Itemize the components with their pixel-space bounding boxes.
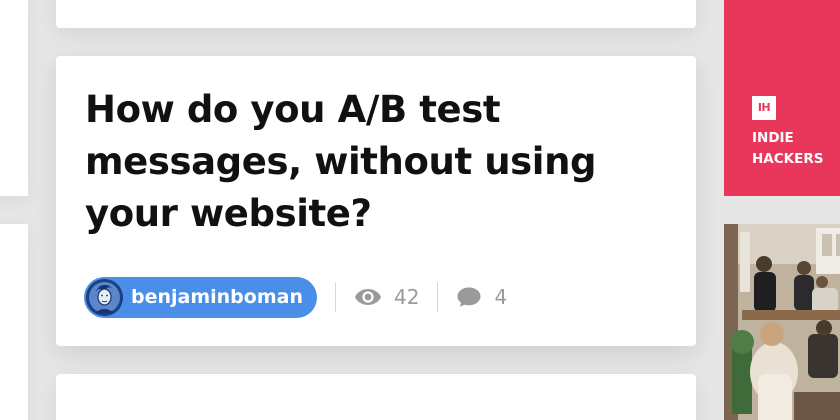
post-card-partial-below[interactable] [56, 374, 696, 420]
author-link[interactable]: benjaminboman [84, 276, 317, 318]
comments-count: 4 [494, 285, 508, 309]
post-card[interactable]: How do you A/B test messages, without us… [56, 56, 696, 346]
indie-hackers-label-line1: INDIE [752, 130, 794, 146]
indie-hackers-logo: IH [752, 96, 776, 120]
post-card-partial-above[interactable] [56, 0, 696, 28]
author-username: benjaminboman [131, 286, 303, 308]
indie-hackers-label: INDIE HACKERS [752, 128, 840, 170]
meta-divider [437, 282, 439, 312]
comments-stat[interactable]: 4 [456, 285, 507, 309]
indie-hackers-label-line2: HACKERS [752, 151, 824, 167]
indie-hackers-banner[interactable]: IH INDIE HACKERS [724, 0, 840, 196]
post-title[interactable]: How do you A/B test messages, without us… [85, 84, 685, 240]
feed-stage: How do you A/B test messages, without us… [0, 0, 840, 420]
left-card-partial-top[interactable] [0, 0, 28, 196]
post-meta: benjaminboman 42 4 [84, 276, 507, 318]
comment-bubble-icon [456, 286, 482, 308]
eye-icon [354, 288, 382, 306]
left-card-partial-bottom[interactable] [0, 224, 28, 420]
featured-photo-card[interactable] [724, 224, 840, 420]
cafe-photo [724, 224, 840, 420]
meta-divider [334, 282, 336, 312]
views-stat: 42 [354, 285, 419, 309]
author-avatar [86, 278, 123, 316]
views-count: 42 [393, 285, 420, 309]
